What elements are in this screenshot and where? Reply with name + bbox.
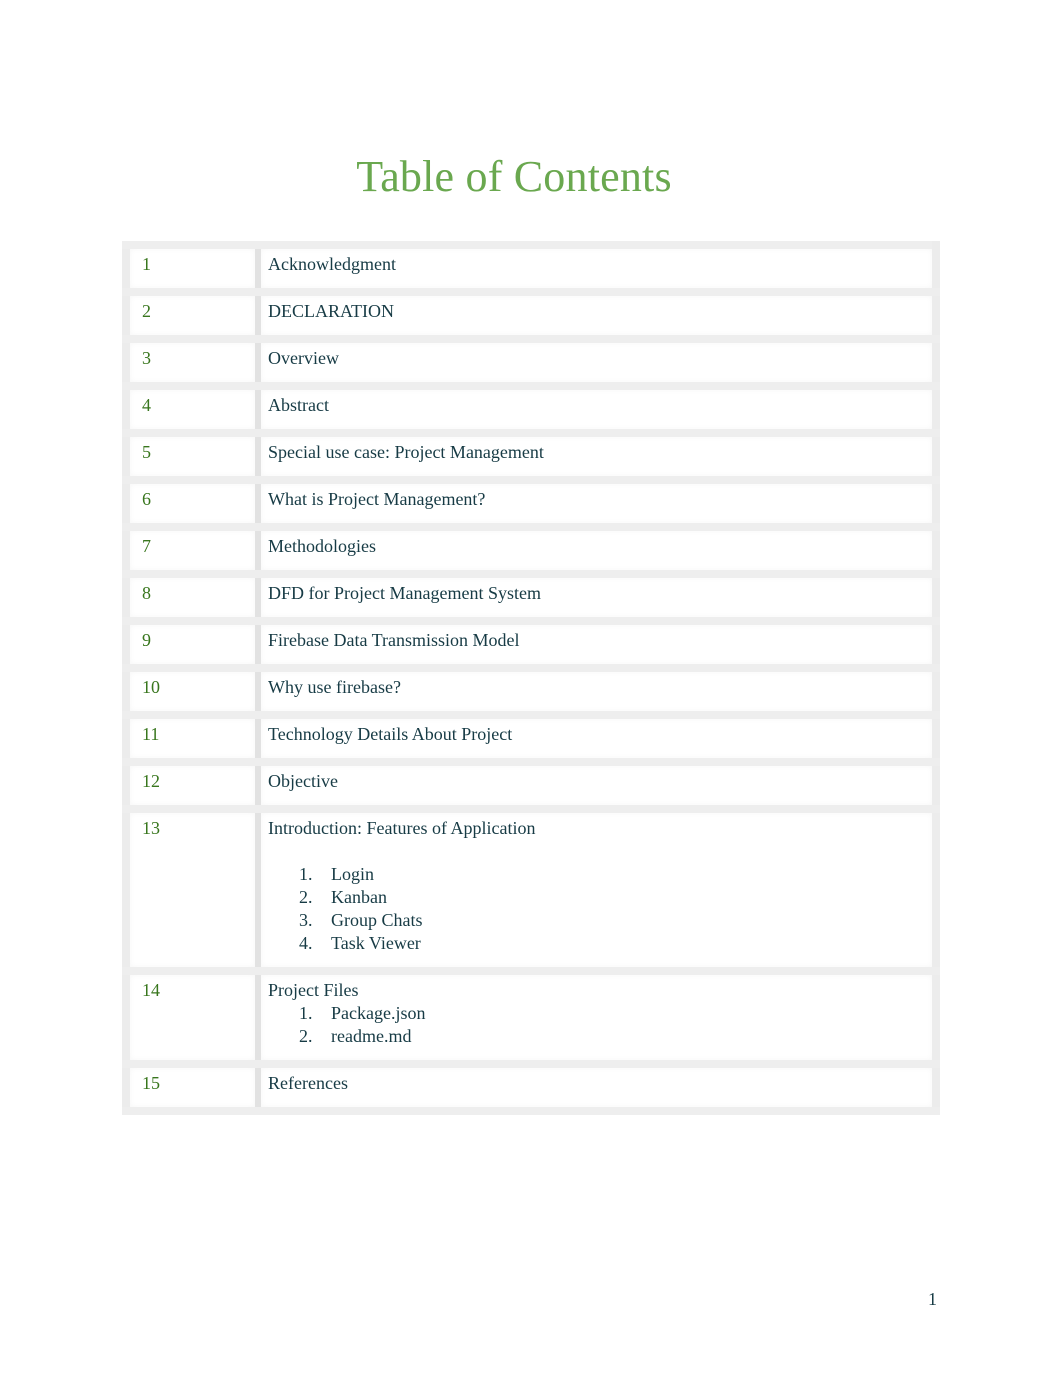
toc-subitem[interactable]: 2. Kanban [268, 886, 932, 909]
toc-entry-label[interactable]: Objective [258, 758, 940, 813]
toc-entry-label[interactable]: DECLARATION [258, 288, 940, 343]
toc-subitem-label[interactable]: Group Chats [331, 909, 423, 932]
toc-subitem[interactable]: 1. Login [268, 863, 932, 886]
toc-row[interactable]: 9 Firebase Data Transmission Model [122, 617, 940, 672]
toc-entry-number: 13 [122, 805, 261, 975]
toc-sublist: 1. Login 2. Kanban 3. Group Chats 4. Tas… [268, 863, 932, 955]
toc-subitem-index: 3. [299, 910, 313, 930]
toc-row[interactable]: 5 Special use case: Project Management [122, 429, 940, 484]
toc-subitem-index: 2. [299, 887, 313, 907]
toc-row[interactable]: 12 Objective [122, 758, 940, 813]
toc-row[interactable]: 2 DECLARATION [122, 288, 940, 343]
toc-row[interactable]: 14 Project Files 1. Package.json 2. read… [122, 967, 940, 1068]
toc-entry-label[interactable]: DFD for Project Management System [258, 570, 940, 625]
toc-entry-label[interactable]: Introduction: Features of Application [268, 817, 932, 840]
toc-row[interactable]: 3 Overview [122, 335, 940, 390]
toc-entry-number: 7 [122, 523, 261, 578]
toc-entry-number: 11 [122, 711, 261, 766]
page-number: 1 [928, 1289, 937, 1309]
toc-subitem-label[interactable]: Kanban [331, 886, 387, 909]
toc-subitem-index: 1. [299, 864, 313, 884]
toc-subitem-label[interactable]: readme.md [331, 1025, 411, 1048]
toc-entry-number: 12 [122, 758, 261, 813]
toc-subitem[interactable]: 2. readme.md [268, 1025, 932, 1048]
toc-row[interactable]: 6 What is Project Management? [122, 476, 940, 531]
toc-entry-label[interactable]: Abstract [258, 382, 940, 437]
toc-subitem-label[interactable]: Package.json [331, 1002, 425, 1025]
toc-row[interactable]: 1 Acknowledgment [122, 241, 940, 296]
toc-entry-label[interactable]: Special use case: Project Management [258, 429, 940, 484]
toc-entry-label[interactable]: What is Project Management? [258, 476, 940, 531]
toc-entry-number: 8 [122, 570, 261, 625]
toc-subitem[interactable]: 4. Task Viewer [268, 932, 932, 955]
toc-entry-number: 9 [122, 617, 261, 672]
toc-entry-number: 2 [122, 288, 261, 343]
toc-entry-cell: Introduction: Features of Application 1.… [258, 805, 940, 975]
toc-entry-label[interactable]: Methodologies [258, 523, 940, 578]
toc-subitem-index: 1. [299, 1003, 313, 1023]
toc-entry-label[interactable]: Why use firebase? [258, 664, 940, 719]
toc-row[interactable]: 7 Methodologies [122, 523, 940, 578]
toc-entry-number: 10 [122, 664, 261, 719]
toc-entry-number: 15 [122, 1060, 261, 1115]
toc-subitem-label[interactable]: Task Viewer [331, 932, 421, 955]
toc-subitem[interactable]: 1. Package.json [268, 1002, 932, 1025]
toc-row[interactable]: 4 Abstract [122, 382, 940, 437]
toc-table: 1 Acknowledgment 2 DECLARATION 3 Overvie… [122, 241, 940, 1115]
toc-entry-label[interactable]: Firebase Data Transmission Model [258, 617, 940, 672]
toc-subitem-index: 4. [299, 933, 313, 953]
toc-row[interactable]: 10 Why use firebase? [122, 664, 940, 719]
toc-subitem[interactable]: 3. Group Chats [268, 909, 932, 932]
toc-row[interactable]: 13 Introduction: Features of Application… [122, 805, 940, 975]
toc-row[interactable]: 11 Technology Details About Project [122, 711, 940, 766]
toc-row[interactable]: 8 DFD for Project Management System [122, 570, 940, 625]
toc-entry-label[interactable]: Project Files [268, 979, 932, 1002]
toc-entry-number: 4 [122, 382, 261, 437]
toc-entry-number: 6 [122, 476, 261, 531]
toc-entry-label[interactable]: Overview [258, 335, 940, 390]
page-title: Table of Contents [356, 152, 672, 202]
toc-entry-number: 5 [122, 429, 261, 484]
toc-entry-label[interactable]: References [258, 1060, 940, 1115]
toc-entry-cell: Project Files 1. Package.json 2. readme.… [258, 967, 940, 1068]
toc-entry-number: 3 [122, 335, 261, 390]
toc-sublist: 1. Package.json 2. readme.md [268, 1002, 932, 1048]
toc-subitem-label[interactable]: Login [331, 863, 374, 886]
toc-entry-number: 14 [122, 967, 261, 1068]
toc-subitem-index: 2. [299, 1026, 313, 1046]
toc-row[interactable]: 15 References [122, 1060, 940, 1115]
toc-entry-label[interactable]: Acknowledgment [258, 241, 940, 296]
toc-entry-number: 1 [122, 241, 261, 296]
toc-entry-label[interactable]: Technology Details About Project [258, 711, 940, 766]
